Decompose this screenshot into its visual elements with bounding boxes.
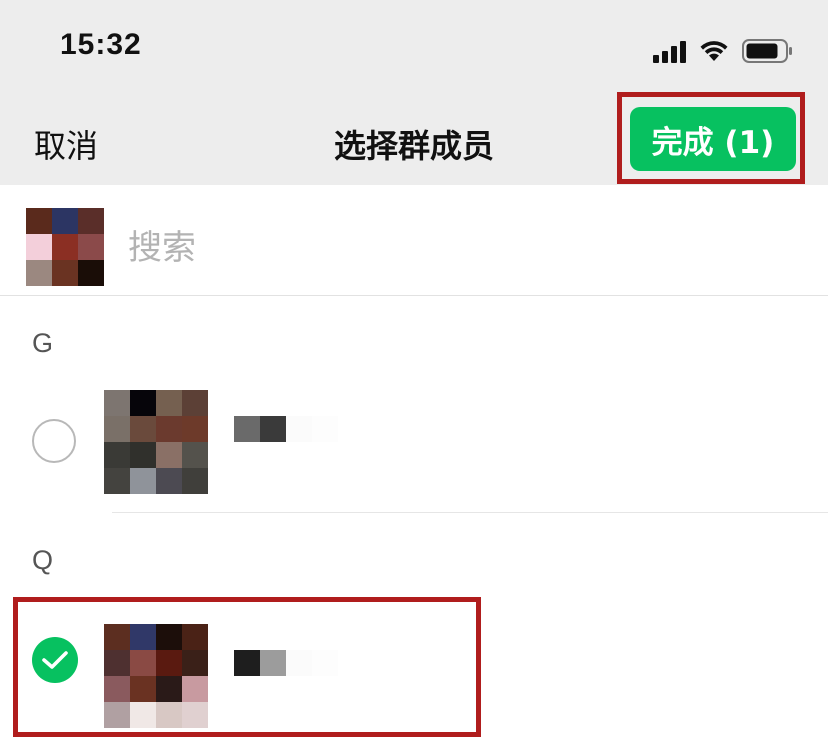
wifi-icon — [698, 39, 730, 63]
search-input[interactable]: 搜索 — [128, 220, 196, 269]
done-button[interactable]: 完成 (1) — [630, 107, 796, 171]
row-divider — [112, 512, 828, 513]
select-radio-checked[interactable] — [32, 637, 78, 683]
checkmark-icon — [42, 651, 68, 669]
battery-icon — [742, 39, 794, 63]
status-bar: 15:32 — [0, 0, 828, 95]
cancel-button[interactable]: 取消 — [34, 121, 98, 167]
section-header-q: Q — [32, 545, 54, 575]
select-radio-unchecked[interactable] — [32, 419, 76, 463]
cellular-signal-icon — [653, 41, 686, 63]
status-icons — [653, 37, 794, 63]
status-time: 15:32 — [60, 28, 142, 61]
section-header-g: G — [32, 328, 54, 358]
avatar — [104, 390, 208, 494]
contact-name-redacted — [234, 416, 338, 442]
avatar — [104, 624, 208, 728]
search-bar[interactable]: 搜索 — [0, 185, 828, 296]
selected-avatar-thumbnail[interactable] — [26, 208, 104, 286]
contact-name-redacted — [234, 650, 338, 676]
